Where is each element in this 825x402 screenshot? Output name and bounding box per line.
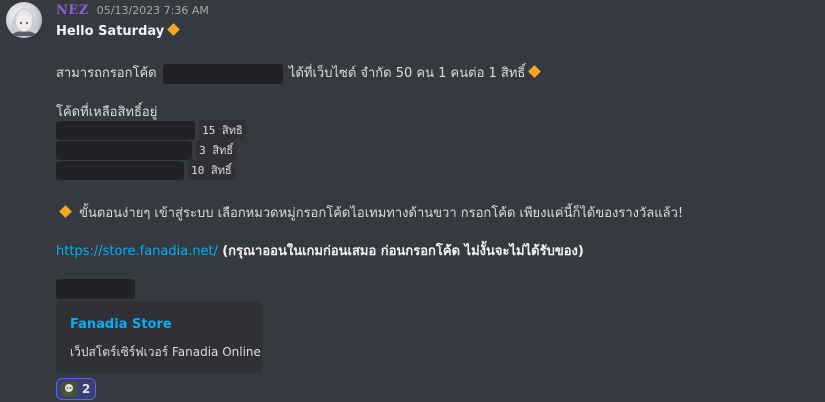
spoiler-code[interactable] bbox=[56, 120, 195, 140]
spoiler-code[interactable] bbox=[56, 160, 184, 180]
code-row: 10 สิทธิ์ bbox=[56, 160, 235, 180]
link-embed: Fanadia Store เว็ปสโตร์เซิร์ฟเวอร์ Fanad… bbox=[56, 301, 262, 373]
message-header: NEZ 05/13/2023 7:36 AM bbox=[56, 0, 815, 22]
code-info-line: สามารถกรอกโค้ด ได้ที่เว็บไซต์ จำกัด 50 ค… bbox=[56, 62, 544, 84]
avatar-image bbox=[10, 8, 38, 36]
reaction-emoji-icon bbox=[61, 381, 77, 397]
spoiler-block[interactable] bbox=[56, 279, 135, 299]
code-info-after: ได้ที่เว็บไซต์ จำกัด 50 คน 1 คนต่อ 1 สิท… bbox=[288, 66, 526, 81]
message: NEZ 05/13/2023 7:36 AM Hello Saturday สา… bbox=[56, 0, 815, 400]
code-count: 15 สิทธิ bbox=[199, 120, 246, 140]
link-line: https://store.fanadia.net/ (กรุณาออนในเก… bbox=[56, 240, 584, 261]
reaction-button[interactable]: 2 bbox=[56, 378, 96, 400]
steps-line: ขั้นตอนง่ายๆ เข้าสู่ระบบ เลือกหมวดหมู่กร… bbox=[56, 202, 683, 223]
code-row: 3 สิทธิ์ bbox=[56, 140, 237, 160]
orange-diamond-icon bbox=[528, 65, 542, 78]
greeting-text: Hello Saturday bbox=[56, 24, 165, 39]
link-note: (กรุณาออนในเกมก่อนเสมอ ก่อนกรอกโค้ด ไม่ง… bbox=[222, 244, 584, 259]
spoiler-code[interactable] bbox=[56, 140, 192, 160]
code-row: 15 สิทธิ bbox=[56, 120, 246, 140]
spoiler-line bbox=[56, 279, 135, 299]
avatar[interactable] bbox=[6, 2, 42, 38]
greeting-line: Hello Saturday bbox=[56, 23, 183, 39]
store-link[interactable]: https://store.fanadia.net/ bbox=[56, 244, 218, 259]
orange-diamond-icon bbox=[167, 23, 181, 36]
embed-description: เว็ปสโตร์เซิร์ฟเวอร์ Fanadia Online bbox=[70, 345, 261, 359]
spoiler-code[interactable] bbox=[162, 63, 283, 84]
code-info-before: สามารถกรอกโค้ด bbox=[56, 66, 157, 81]
orange-diamond-icon bbox=[59, 205, 72, 218]
code-count: 10 สิทธิ์ bbox=[188, 160, 235, 180]
timestamp[interactable]: 05/13/2023 7:36 AM bbox=[97, 4, 209, 17]
steps-text: ขั้นตอนง่ายๆ เข้าสู่ระบบ เลือกหมวดหมู่กร… bbox=[79, 206, 684, 221]
code-count: 3 สิทธิ์ bbox=[196, 140, 237, 160]
codes-title: โค้ดที่เหลือสิทธิ์อยู่ bbox=[56, 105, 158, 120]
reaction-count: 2 bbox=[82, 382, 91, 396]
author-name[interactable]: NEZ bbox=[56, 3, 89, 18]
embed-title[interactable]: Fanadia Store bbox=[70, 317, 172, 332]
